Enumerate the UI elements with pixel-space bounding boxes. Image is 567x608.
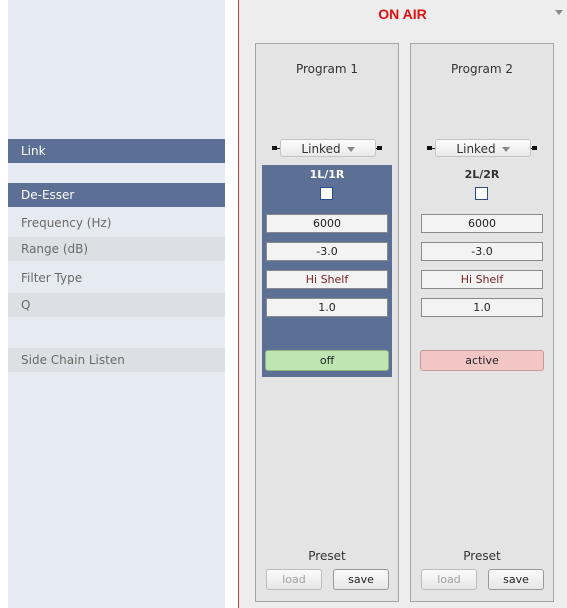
filter-type-field[interactable]: Hi Shelf [421, 270, 543, 289]
frequency-field[interactable]: 6000 [421, 214, 543, 233]
link-dropdown[interactable]: Linked [280, 139, 376, 157]
save-preset-button[interactable]: save [333, 569, 389, 590]
chevron-down-icon [501, 147, 510, 152]
filter-type-label: Filter Type [8, 266, 225, 290]
on-air-label: ON AIR [378, 6, 427, 22]
frequency-field[interactable]: 6000 [266, 214, 388, 233]
side-chain-listen-label: Side Chain Listen [8, 348, 225, 372]
preset-label: Preset [308, 549, 346, 563]
de-esser-section-header: De-Esser [8, 183, 225, 207]
program-1-column: Program 1 Linked 1L/1R 6000 -3.0 Hi Shel… [255, 43, 399, 602]
range-field[interactable]: -3.0 [421, 242, 543, 261]
program-title: Program 2 [450, 62, 514, 76]
link-cap-left [427, 146, 432, 150]
channel-label: 1L/1R [309, 168, 345, 181]
link-cap-left [272, 146, 277, 150]
link-dropdown-value: Linked [456, 142, 496, 156]
link-cap-right [532, 146, 537, 150]
q-field[interactable]: 1.0 [421, 298, 543, 317]
de-esser-enable-checkbox[interactable] [475, 187, 488, 200]
link-dropdown[interactable]: Linked [435, 139, 531, 157]
link-row-label: Link [8, 139, 225, 163]
side-chain-listen-button[interactable]: off [265, 350, 389, 371]
side-chain-listen-button[interactable]: active [420, 350, 544, 371]
link-dropdown-value: Linked [301, 142, 341, 156]
program-2-column: Program 2 Linked 2L/2R 6000 -3.0 Hi Shel… [410, 43, 554, 602]
frequency-label: Frequency (Hz) [8, 211, 225, 235]
preset-label: Preset [463, 549, 501, 563]
de-esser-enable-checkbox[interactable] [320, 187, 333, 200]
channel-label: 2L/2R [464, 168, 500, 181]
q-field[interactable]: 1.0 [266, 298, 388, 317]
range-field[interactable]: -3.0 [266, 242, 388, 261]
load-preset-button[interactable]: load [421, 569, 477, 590]
program-title: Program 1 [295, 62, 359, 76]
filter-type-field[interactable]: Hi Shelf [266, 270, 388, 289]
range-label: Range (dB) [8, 237, 225, 261]
panel-menu-arrow-icon[interactable] [555, 10, 563, 15]
load-preset-button[interactable]: load [266, 569, 322, 590]
save-preset-button[interactable]: save [488, 569, 544, 590]
link-cap-right [377, 146, 382, 150]
chevron-down-icon [346, 147, 355, 152]
link-control: Linked [411, 138, 553, 158]
q-label: Q [8, 293, 225, 317]
link-control: Linked [256, 138, 398, 158]
